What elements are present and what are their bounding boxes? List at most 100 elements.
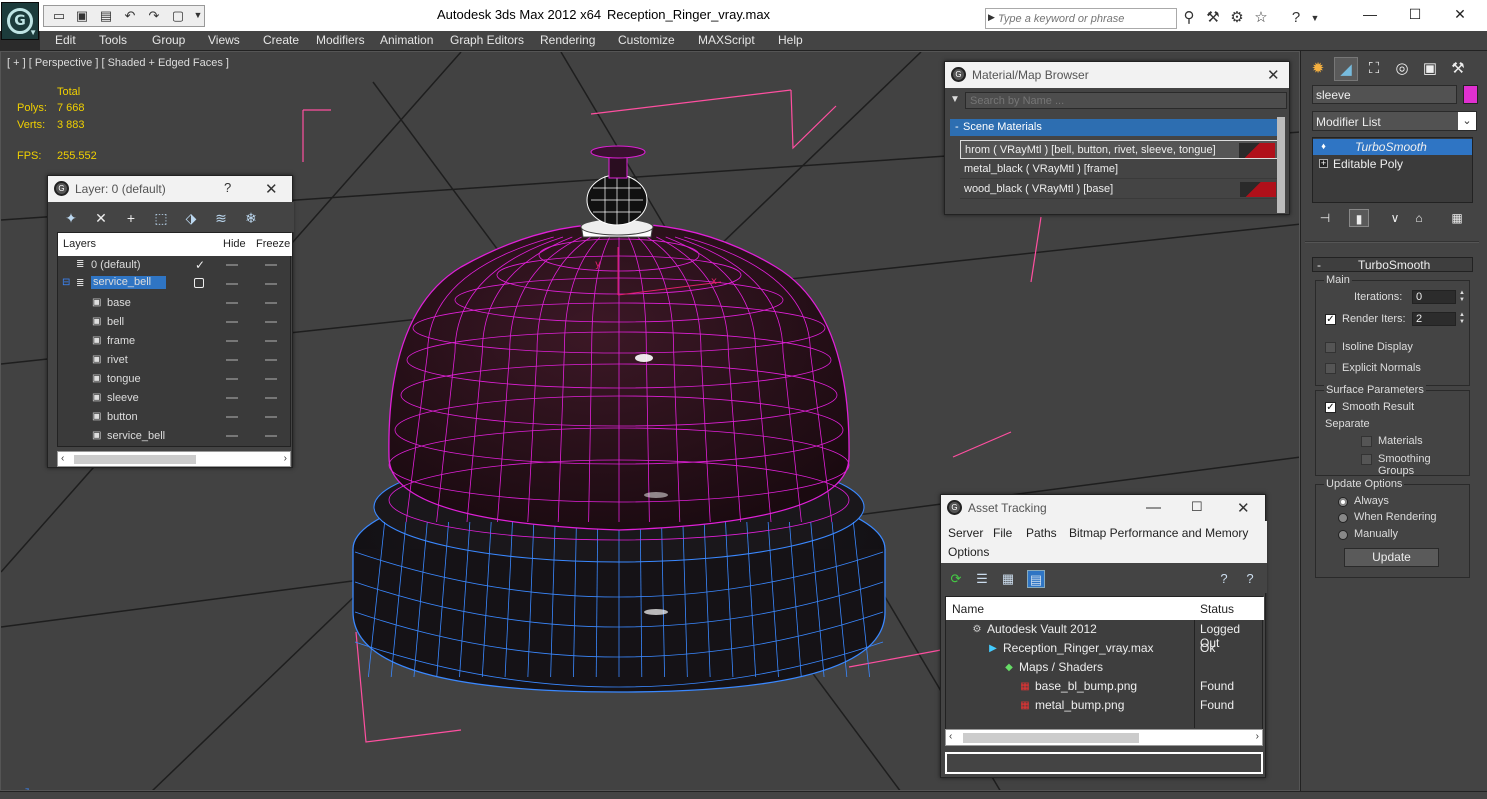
- hide-toggle[interactable]: [226, 340, 238, 342]
- thumbnail-view-icon[interactable]: ▦: [999, 570, 1017, 588]
- menu-tools[interactable]: Tools: [99, 33, 127, 47]
- modify-tab-icon[interactable]: ◢: [1334, 57, 1358, 81]
- delete-layer-icon[interactable]: ✕: [92, 209, 110, 227]
- show-end-result-icon[interactable]: ▮: [1349, 209, 1369, 227]
- maximize-icon[interactable]: ☐: [1395, 3, 1435, 25]
- display-tab-icon[interactable]: ▣: [1418, 57, 1442, 81]
- when-rendering-radio[interactable]: [1338, 513, 1348, 523]
- layer-row[interactable]: ▣ frame: [58, 332, 290, 351]
- create-tab-icon[interactable]: ✹: [1306, 57, 1330, 81]
- menu-rendering[interactable]: Rendering: [540, 33, 595, 47]
- hide-toggle[interactable]: [226, 378, 238, 380]
- col-freeze[interactable]: Freeze: [256, 238, 290, 250]
- select-objects-icon[interactable]: ⬚: [152, 209, 170, 227]
- redo-icon[interactable]: ↷: [146, 8, 162, 23]
- separate-smoothing-checkbox[interactable]: [1361, 454, 1372, 465]
- modifier-list-dropdown[interactable]: Modifier List ⌄: [1312, 111, 1477, 131]
- freeze-toggle[interactable]: [265, 359, 277, 361]
- hide-toggle[interactable]: [226, 397, 238, 399]
- info-icon[interactable]: ?: [1241, 570, 1259, 588]
- freeze-toggle[interactable]: [265, 340, 277, 342]
- explicit-normals-checkbox[interactable]: [1325, 363, 1336, 374]
- iterations-spinner[interactable]: 0: [1412, 290, 1456, 304]
- undo-icon[interactable]: ↶: [122, 8, 138, 23]
- scroll-left-icon[interactable]: ‹: [61, 453, 64, 464]
- freeze-toggle[interactable]: [265, 378, 277, 380]
- list-view-icon[interactable]: ☰: [973, 570, 991, 588]
- hide-all-icon[interactable]: ≋: [212, 209, 230, 227]
- asset-row[interactable]: ▦ base_bl_bump.png Found: [946, 677, 1262, 696]
- binoculars-icon[interactable]: ⚲: [1180, 9, 1198, 27]
- layer-hscroll[interactable]: ‹ ›: [57, 451, 291, 467]
- create-layer-icon[interactable]: ✦: [62, 209, 80, 227]
- make-unique-icon[interactable]: ∨: [1385, 209, 1405, 227]
- new-file-icon[interactable]: ▭: [51, 8, 67, 23]
- save-file-icon[interactable]: ▤: [98, 8, 114, 23]
- freeze-toggle[interactable]: [265, 435, 277, 437]
- spinner-arrows-icon[interactable]: ▲ ▼: [1457, 312, 1467, 326]
- asset-menu-paths[interactable]: Paths: [1026, 526, 1057, 540]
- menu-help[interactable]: Help: [778, 33, 803, 47]
- add-to-layer-icon[interactable]: +: [122, 209, 140, 227]
- isoline-display-checkbox[interactable]: [1325, 342, 1336, 353]
- freeze-toggle[interactable]: [265, 321, 277, 323]
- utilities-tab-icon[interactable]: ⚒: [1446, 57, 1470, 81]
- render-iters-spinner[interactable]: 2: [1412, 312, 1456, 326]
- menu-graph-editors[interactable]: Graph Editors: [450, 33, 524, 47]
- layer-row[interactable]: ▣ rivet: [58, 351, 290, 370]
- asset-menu-options[interactable]: Options: [948, 545, 989, 559]
- minimize-icon[interactable]: —: [1350, 3, 1390, 25]
- collapse-icon[interactable]: ⊟: [62, 277, 70, 288]
- tools-icon[interactable]: ⚒: [1204, 9, 1222, 27]
- menu-maxscript[interactable]: MAXScript: [698, 33, 755, 47]
- comm-center-icon[interactable]: ⚙: [1228, 9, 1246, 27]
- layer-row[interactable]: ▣ bell: [58, 313, 290, 332]
- separate-materials-checkbox[interactable]: [1361, 436, 1372, 447]
- asset-row[interactable]: ⚙ Autodesk Vault 2012 Logged Out: [946, 620, 1262, 650]
- hide-toggle[interactable]: [226, 416, 238, 418]
- asset-row[interactable]: ▦ metal_bump.png Found: [946, 696, 1262, 715]
- close-icon[interactable]: ✕: [265, 180, 278, 198]
- hide-toggle[interactable]: [226, 359, 238, 361]
- always-radio[interactable]: [1338, 497, 1348, 507]
- material-item[interactable]: metal_black ( VRayMtl ) [frame]: [960, 160, 1278, 179]
- menu-animation[interactable]: Animation: [380, 33, 433, 47]
- asset-menu-bitmap[interactable]: Bitmap Performance and Memory: [1069, 526, 1248, 540]
- layer-dialog-titlebar[interactable]: G Layer: 0 (default) ? ✕: [48, 176, 292, 202]
- smooth-result-checkbox[interactable]: ✓: [1325, 402, 1336, 413]
- remove-modifier-icon[interactable]: ⌂: [1409, 209, 1429, 227]
- stack-item-editable-poly[interactable]: + Editable Poly: [1313, 156, 1472, 172]
- layer-row[interactable]: ≣ ⊟ service_bell: [58, 275, 290, 294]
- scroll-right-icon[interactable]: ›: [284, 453, 287, 464]
- motion-tab-icon[interactable]: ◎: [1390, 57, 1414, 81]
- highlight-layer-icon[interactable]: ⬗: [182, 209, 200, 227]
- freeze-toggle[interactable]: [265, 416, 277, 418]
- col-hide[interactable]: Hide: [223, 238, 246, 250]
- qa-dropdown-icon[interactable]: ▼: [190, 8, 206, 23]
- project-folder-icon[interactable]: ▢: [170, 8, 186, 23]
- close-icon[interactable]: ✕: [1267, 66, 1280, 84]
- layer-row[interactable]: ▣ service_bell: [58, 427, 290, 446]
- help-dropdown-icon[interactable]: ▼: [1306, 9, 1324, 27]
- col-status[interactable]: Status: [1200, 602, 1234, 616]
- material-vscroll[interactable]: [1277, 117, 1285, 213]
- hide-toggle[interactable]: [226, 264, 238, 266]
- menu-group[interactable]: Group: [152, 33, 185, 47]
- maximize-icon[interactable]: ☐: [1191, 499, 1203, 515]
- freeze-toggle[interactable]: [265, 264, 277, 266]
- material-browser-titlebar[interactable]: G Material/Map Browser ✕: [945, 62, 1289, 88]
- asset-path-field[interactable]: [945, 752, 1263, 774]
- col-name[interactable]: Name: [952, 602, 984, 616]
- expand-icon[interactable]: +: [1319, 159, 1328, 168]
- refresh-icon[interactable]: ⟳: [947, 570, 965, 588]
- scroll-left-icon[interactable]: ‹: [949, 731, 952, 742]
- hide-toggle[interactable]: [226, 283, 238, 285]
- open-file-icon[interactable]: ▣: [74, 8, 90, 23]
- close-icon[interactable]: ✕: [1440, 3, 1480, 25]
- lightbulb-icon[interactable]: ♦: [1319, 142, 1328, 151]
- asset-hscroll[interactable]: ‹ ›: [945, 729, 1263, 746]
- freeze-all-icon[interactable]: ❄: [242, 209, 260, 227]
- layer-row[interactable]: ≣ 0 (default) ✓: [58, 256, 290, 275]
- asset-menu-server[interactable]: Server: [948, 526, 983, 540]
- help-icon[interactable]: ?: [1287, 9, 1305, 27]
